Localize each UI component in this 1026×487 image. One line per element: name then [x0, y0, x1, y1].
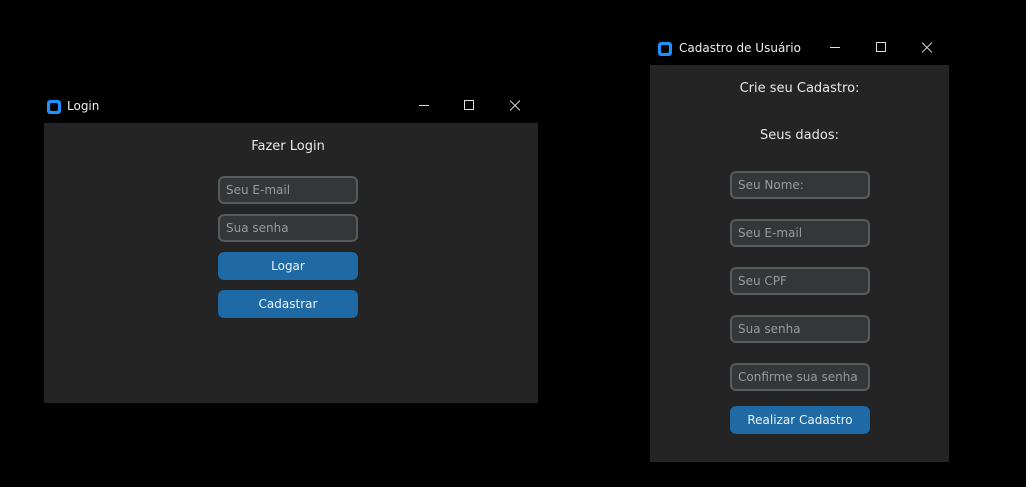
- name-input[interactable]: [732, 173, 868, 197]
- window-title: Cadastro de Usuário: [679, 41, 801, 55]
- register-heading: Crie seu Cadastro:: [739, 81, 860, 96]
- register-button[interactable]: Cadastrar: [218, 290, 358, 318]
- login-content: Fazer Login Logar Cadastrar: [44, 123, 538, 403]
- login-button[interactable]: Logar: [218, 252, 358, 280]
- submit-register-button[interactable]: Realizar Cadastro: [730, 406, 870, 434]
- close-button[interactable]: [501, 93, 529, 119]
- register-subheading: Seus dados:: [760, 128, 839, 143]
- minimize-icon: [419, 105, 429, 106]
- login-heading: Fazer Login: [251, 139, 325, 154]
- email-input[interactable]: [732, 221, 868, 245]
- login-window: Login Fazer Login Logar Cadastrar: [44, 90, 538, 403]
- app-icon: [658, 42, 672, 56]
- app-icon: [47, 100, 61, 114]
- confirm-password-field[interactable]: [730, 363, 870, 391]
- register-content: Crie seu Cadastro: Seus dados: Realizar …: [650, 65, 949, 462]
- minimize-button[interactable]: [410, 93, 438, 119]
- email-input[interactable]: [220, 178, 356, 202]
- email-field[interactable]: [218, 176, 358, 204]
- register-window: Cadastro de Usuário Crie seu Cadastro: S…: [650, 32, 949, 462]
- confirm-password-input[interactable]: [732, 365, 868, 389]
- minimize-button[interactable]: [821, 35, 849, 61]
- maximize-icon: [464, 100, 474, 110]
- password-field[interactable]: [218, 214, 358, 242]
- cpf-field[interactable]: [730, 267, 870, 295]
- minimize-icon: [830, 47, 840, 48]
- maximize-icon: [876, 42, 886, 52]
- maximize-button[interactable]: [455, 93, 483, 119]
- email-field[interactable]: [730, 219, 870, 247]
- register-titlebar[interactable]: Cadastro de Usuário: [650, 32, 949, 66]
- login-titlebar[interactable]: Login: [44, 90, 538, 124]
- window-title: Login: [67, 99, 100, 113]
- name-field[interactable]: [730, 171, 870, 199]
- maximize-button[interactable]: [867, 35, 895, 61]
- password-input[interactable]: [220, 216, 356, 240]
- password-field[interactable]: [730, 315, 870, 343]
- cpf-input[interactable]: [732, 269, 868, 293]
- password-input[interactable]: [732, 317, 868, 341]
- close-button[interactable]: [913, 35, 941, 61]
